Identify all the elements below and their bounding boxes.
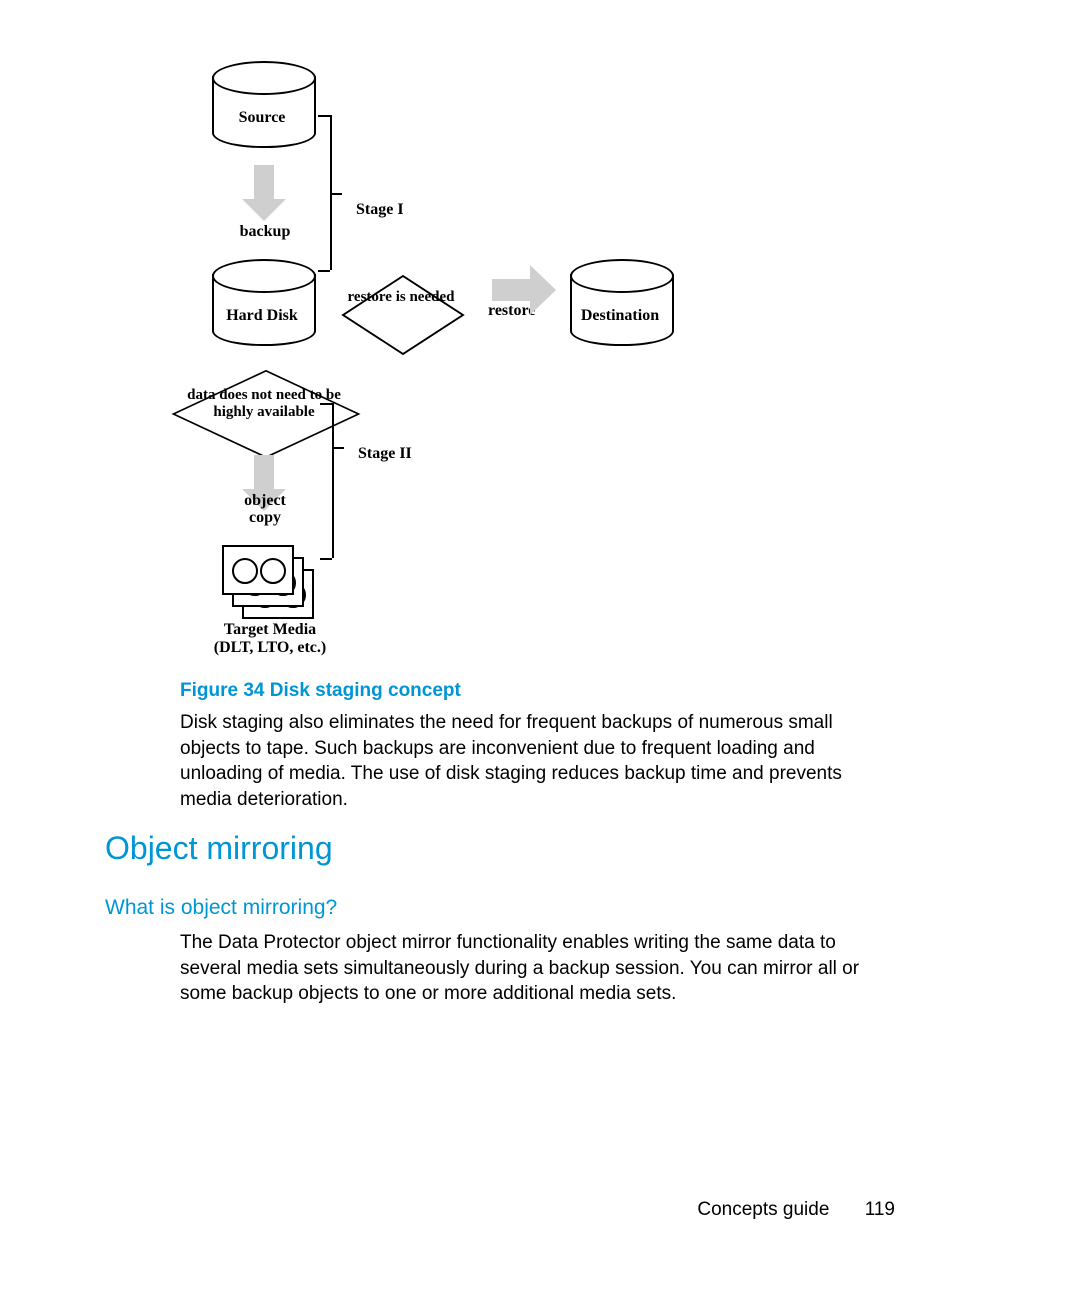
label-target-media1: Target Media	[200, 621, 340, 639]
arrow-restore-to-destination-icon	[492, 265, 556, 315]
tape-media-icon	[222, 545, 312, 620]
label-target-media2: (DLT, LTO, etc.)	[200, 639, 340, 657]
decision-data-availability: data does not need to be highly availabl…	[205, 367, 323, 447]
bracket-stage1-bot	[318, 270, 330, 272]
bracket-stage1-top	[318, 115, 330, 117]
page-root: Source backup Stage I Hard Disk restore …	[0, 0, 1080, 1296]
body-paragraph-2: The Data Protector object mirror functio…	[180, 930, 880, 1007]
data-availability-text: data does not need to be highly availabl…	[187, 387, 341, 420]
cylinder-harddisk: Hard Disk	[212, 259, 312, 354]
footer-title: Concepts guide	[697, 1199, 829, 1220]
heading-object-mirroring: Object mirroring	[105, 830, 333, 867]
footer-page-number: 119	[865, 1199, 895, 1221]
arrow-source-to-harddisk-icon	[242, 165, 286, 221]
label-object-copy: object copy	[228, 493, 302, 527]
cylinder-destination: Destination	[570, 259, 670, 354]
harddisk-label: Hard Disk	[212, 307, 312, 325]
destination-label: Destination	[570, 307, 670, 325]
restore-needed-text: restore is needed	[332, 289, 470, 306]
figure-34-diagram: Source backup Stage I Hard Disk restore …	[180, 55, 720, 670]
heading-what-is-object-mirroring: What is object mirroring?	[105, 896, 337, 920]
label-stage1: Stage I	[356, 201, 404, 219]
bracket-stage2-bot	[320, 558, 332, 560]
body-paragraph-1: Disk staging also eliminates the need fo…	[180, 710, 880, 813]
cylinder-source: Source	[212, 61, 312, 156]
label-stage2: Stage II	[358, 445, 412, 463]
bracket-stage2-mid	[332, 447, 344, 449]
bracket-stage2	[332, 403, 334, 558]
page-footer: Concepts guide 119	[0, 1199, 1080, 1221]
source-label: Source	[212, 109, 312, 127]
decision-restore-needed: restore is needed	[342, 273, 460, 353]
bracket-stage1-mid	[330, 193, 342, 195]
figure-caption: Figure 34 Disk staging concept	[180, 680, 461, 702]
label-backup: backup	[230, 223, 300, 241]
bracket-stage2-top	[320, 403, 332, 405]
